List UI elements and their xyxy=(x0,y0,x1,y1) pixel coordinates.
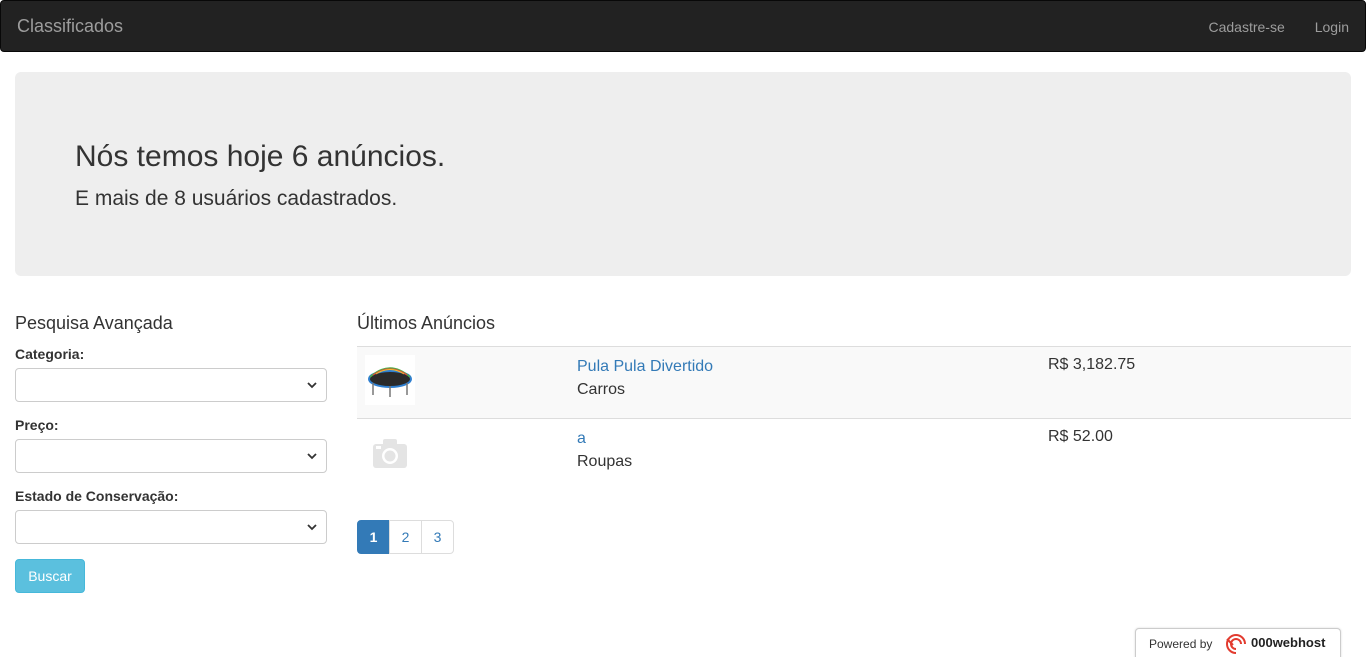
ad-title-cell: a Roupas xyxy=(569,419,1040,491)
latest-ads-title: Últimos Anúncios xyxy=(357,313,496,333)
nav-links: Cadastre-se Login xyxy=(1208,19,1349,35)
powered-by-badge[interactable]: Powered by 000webhost xyxy=(1135,628,1341,657)
page-3-link[interactable]: 3 xyxy=(421,520,454,554)
table-row: Pula Pula Divertido Carros R$ 3,182.75 xyxy=(357,346,1351,419)
pagination: 1 2 3 xyxy=(357,520,454,554)
chevron-down-icon xyxy=(307,524,317,531)
trampoline-photo xyxy=(365,355,415,405)
powered-by-text: Powered by xyxy=(1149,637,1213,651)
webhost-logo-icon xyxy=(1226,634,1246,654)
category-select[interactable] xyxy=(15,368,327,402)
ads-count-heading: Nós temos hoje 6 anúncios. xyxy=(75,140,446,173)
brand-link[interactable]: Classificados xyxy=(17,16,123,37)
nav-signup-link[interactable]: Cadastre-se xyxy=(1208,19,1284,35)
category-group: Categoria: xyxy=(15,346,327,402)
chevron-down-icon xyxy=(307,453,317,460)
ad-category: Carros xyxy=(577,381,626,398)
users-count-text: E mais de 8 usuários cadastrados. xyxy=(75,187,398,210)
table-row: a Roupas R$ 52.00 xyxy=(357,418,1351,491)
ad-title-cell: Pula Pula Divertido Carros xyxy=(569,347,1040,419)
price-label: Preço: xyxy=(15,417,59,433)
webhost-brand: 000webhost xyxy=(1251,635,1326,650)
advanced-search: Pesquisa Avançada Categoria: Preço: Esta… xyxy=(15,313,327,593)
search-button[interactable]: Buscar xyxy=(15,559,85,593)
page-1-link[interactable]: 1 xyxy=(357,520,390,554)
category-label: Categoria: xyxy=(15,346,85,362)
ad-price: R$ 3,182.75 xyxy=(1048,356,1136,373)
advanced-search-title: Pesquisa Avançada xyxy=(15,313,173,333)
price-select[interactable] xyxy=(15,439,327,473)
ad-thumbnail-cell xyxy=(357,419,569,491)
ad-category: Roupas xyxy=(577,453,633,470)
page-2-link[interactable]: 2 xyxy=(389,520,422,554)
camera-placeholder-icon xyxy=(373,439,407,468)
jumbotron: Nós temos hoje 6 anúncios. E mais de 8 u… xyxy=(15,72,1351,276)
ad-thumbnail-cell xyxy=(357,347,569,419)
chevron-down-icon xyxy=(307,382,317,389)
ad-title-link[interactable]: a xyxy=(577,428,1032,450)
ad-title-link[interactable]: Pula Pula Divertido xyxy=(577,356,1032,378)
price-group: Preço: xyxy=(15,417,327,473)
ad-price: R$ 52.00 xyxy=(1048,428,1113,445)
condition-group: Estado de Conservação: xyxy=(15,488,327,544)
condition-label: Estado de Conservação: xyxy=(15,488,179,504)
latest-ads: Últimos Anúncios Pula Pula Divertido Car… xyxy=(357,313,1351,490)
ads-table: Pula Pula Divertido Carros R$ 3,182.75 a… xyxy=(357,346,1351,490)
top-navbar: Classificados Cadastre-se Login xyxy=(0,0,1366,52)
nav-login-link[interactable]: Login xyxy=(1315,19,1349,35)
condition-select[interactable] xyxy=(15,510,327,544)
